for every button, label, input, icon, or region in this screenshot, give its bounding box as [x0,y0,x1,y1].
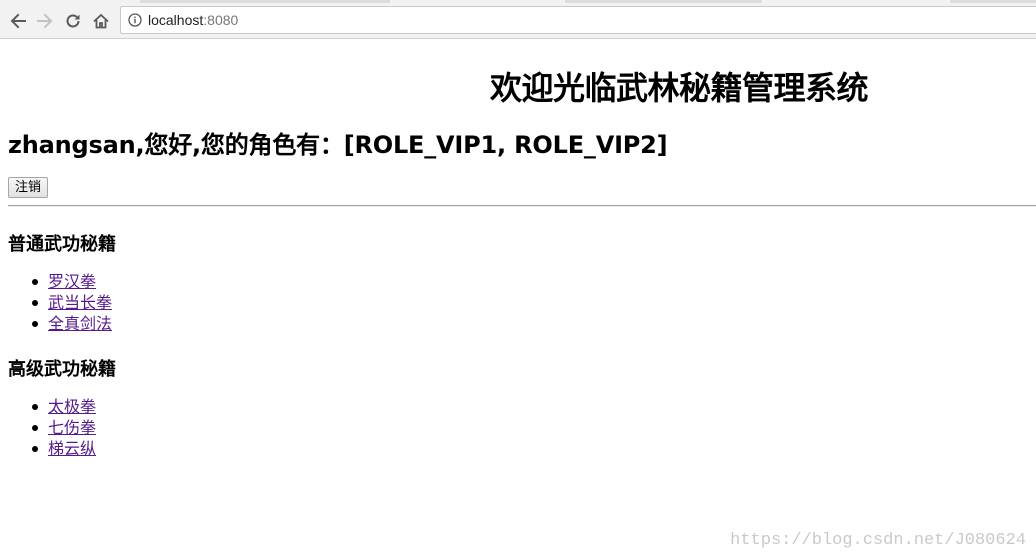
basic-book-list: 罗汉拳 武当长拳 全真剑法 [8,271,112,334]
home-button[interactable] [89,9,113,33]
url-port: :8080 [203,12,239,28]
book-link[interactable]: 梯云纵 [48,439,96,458]
divider [8,205,1036,207]
list-item: 太极拳 [32,396,96,417]
reload-icon [66,14,80,28]
address-bar[interactable]: localhost:8080 [120,6,1036,34]
advanced-book-list: 太极拳 七伤拳 梯云纵 [8,396,96,459]
list-item: 七伤拳 [32,417,96,438]
book-link[interactable]: 罗汉拳 [48,272,96,291]
browser-toolbar: localhost:8080 [0,3,1036,39]
url-host: localhost [148,12,204,28]
book-link[interactable]: 太极拳 [48,397,96,416]
watermark: https://blog.csdn.net/J080624 [730,531,1026,550]
back-button[interactable] [6,9,30,33]
list-item: 罗汉拳 [32,271,112,292]
bullet [32,321,38,327]
book-link[interactable]: 全真剑法 [48,314,112,333]
bullet [32,279,38,285]
bullet [32,425,38,431]
reload-button[interactable] [61,9,85,33]
list-item: 武当长拳 [32,292,112,313]
book-link[interactable]: 武当长拳 [48,293,112,312]
forward-arrow-icon [37,13,53,29]
back-arrow-icon [10,13,26,29]
list-item: 全真剑法 [32,313,112,334]
bullet [32,446,38,452]
bullet [32,300,38,306]
info-icon[interactable] [128,13,142,27]
page-title: 欢迎光临武林秘籍管理系统 [490,69,869,107]
book-link[interactable]: 七伤拳 [48,418,96,437]
section-title-basic: 普通武功秘籍 [8,234,116,255]
url-text[interactable]: localhost:8080 [148,12,238,28]
forward-button[interactable] [33,9,57,33]
logout-button[interactable]: 注销 [8,177,49,198]
user-greeting: zhangsan,您好,您的角色有：[ROLE_VIP1, ROLE_VIP2] [8,131,668,159]
section-title-advanced: 高级武功秘籍 [8,359,116,380]
page-content: 欢迎光临武林秘籍管理系统 zhangsan,您好,您的角色有：[ROLE_VIP… [0,39,1036,560]
home-icon [93,13,109,29]
bullet [32,404,38,410]
list-item: 梯云纵 [32,438,96,459]
